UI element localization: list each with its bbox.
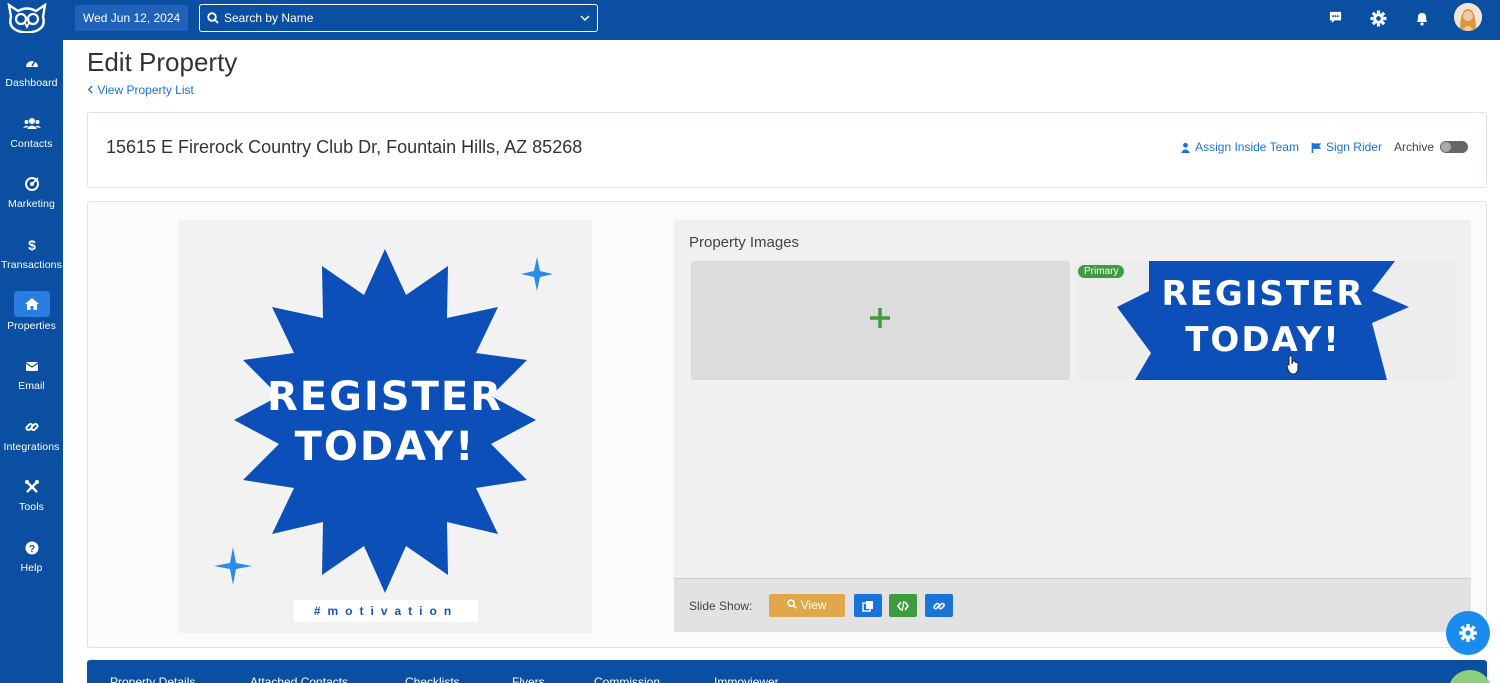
- property-images-panel: Property Images REGISTER TODAY! Primary …: [674, 220, 1471, 632]
- sidebar-item-transactions[interactable]: $ Transactions: [0, 237, 63, 291]
- dollar-icon: $: [28, 237, 36, 253]
- sidebar-item-properties[interactable]: Properties: [0, 291, 63, 345]
- hero-line-1: REGISTER: [267, 374, 503, 420]
- address-card: 15615 E Firerock Country Club Dr, Founta…: [87, 112, 1487, 188]
- embed-code-button[interactable]: [889, 594, 917, 617]
- sidebar-item-contacts[interactable]: Contacts: [0, 116, 63, 170]
- view-property-list-link[interactable]: View Property List: [87, 83, 194, 97]
- settings-fab[interactable]: [1446, 611, 1490, 655]
- chevron-down-icon[interactable]: [579, 12, 591, 24]
- help-icon: ?: [25, 541, 38, 555]
- sidebar-item-dashboard[interactable]: Dashboard: [0, 55, 63, 109]
- chevron-left-icon: [87, 85, 93, 94]
- mouse-pointer-icon: [1286, 355, 1299, 375]
- date-chip[interactable]: Wed Jun 12, 2024: [75, 5, 189, 31]
- plus-icon: [870, 308, 890, 328]
- tab-property-details[interactable]: Property Details: [110, 675, 195, 683]
- add-image-button[interactable]: [691, 261, 1070, 380]
- sidebar-item-label: Email: [18, 380, 45, 392]
- tools-icon: [24, 480, 39, 493]
- sidebar-item-help[interactable]: ? Help: [0, 540, 63, 594]
- image-thumbnail[interactable]: REGISTER TODAY! Primary: [1075, 261, 1455, 380]
- tab-commission[interactable]: Commission: [594, 675, 660, 683]
- slideshow-label: Slide Show:: [689, 599, 753, 613]
- assign-inside-team-link[interactable]: Assign Inside Team: [1180, 140, 1299, 154]
- view-button-label: View: [800, 598, 827, 612]
- back-link-label: View Property List: [97, 83, 194, 97]
- tab-attached-contacts[interactable]: Attached Contacts: [250, 675, 348, 683]
- active-indicator: [13, 291, 50, 317]
- hero-line-2: TODAY!: [295, 424, 476, 470]
- svg-text:?: ?: [28, 544, 34, 555]
- bell-icon[interactable]: [1414, 10, 1430, 26]
- home-icon: [24, 298, 39, 310]
- search-icon: [207, 12, 219, 24]
- search-input[interactable]: Search by Name: [199, 4, 598, 32]
- sidebar: Dashboard Contacts Marketing $ Transacti…: [0, 0, 63, 683]
- property-images-title: Property Images: [689, 234, 800, 251]
- code-icon: [897, 600, 909, 612]
- gear-icon: [1459, 624, 1477, 642]
- slideshow-bar: Slide Show: View: [674, 578, 1471, 632]
- tab-checklists[interactable]: Checklists: [405, 675, 460, 683]
- sidebar-item-label: Contacts: [10, 138, 53, 150]
- sign-rider-link[interactable]: Sign Rider: [1311, 140, 1382, 154]
- top-bar: Wed Jun 12, 2024 Search by Name: [63, 0, 1500, 40]
- archive-label: Archive: [1393, 140, 1434, 154]
- link-icon: [24, 422, 39, 432]
- property-actions: Assign Inside Team Sign Rider Archive: [1180, 140, 1468, 154]
- sidebar-item-integrations[interactable]: Integrations: [0, 419, 63, 473]
- search-icon: [787, 599, 798, 609]
- sidebar-item-label: Marketing: [7, 198, 55, 210]
- link-icon: [933, 602, 945, 610]
- gear-icon[interactable]: [1370, 10, 1387, 27]
- copy-icon: [862, 601, 873, 612]
- sidebar-item-label: Transactions: [1, 259, 62, 271]
- assign-inside-team-label: Assign Inside Team: [1195, 140, 1299, 154]
- user-icon: [1181, 142, 1191, 153]
- thumb-line-1: REGISTER: [1161, 274, 1364, 314]
- flag-icon: [1311, 142, 1322, 153]
- owl-logo-icon[interactable]: [6, 3, 48, 33]
- sidebar-item-email[interactable]: Email: [0, 358, 63, 412]
- avatar[interactable]: [1454, 3, 1482, 31]
- register-badge-graphic: REGISTER TODAY!: [214, 249, 553, 593]
- user-photo-icon: [1454, 3, 1482, 31]
- page-title: Edit Property: [87, 47, 238, 77]
- share-link-button[interactable]: [925, 594, 953, 617]
- svg-text:$: $: [28, 237, 36, 253]
- property-address: 15615 E Firerock Country Club Dr, Founta…: [106, 137, 583, 157]
- sidebar-item-tools[interactable]: Tools: [0, 479, 63, 533]
- thumb-line-2: TODAY!: [1185, 320, 1341, 360]
- sidebar-item-label: Tools: [18, 501, 44, 513]
- archive-control: Archive: [1394, 140, 1468, 154]
- tab-immoviewer[interactable]: Immoviewer: [714, 675, 779, 683]
- sidebar-item-label: Dashboard: [5, 77, 58, 89]
- sidebar-item-marketing[interactable]: Marketing: [0, 176, 63, 230]
- envelope-icon: [25, 362, 38, 371]
- primary-badge: Primary: [1078, 265, 1125, 278]
- archive-toggle[interactable]: [1440, 141, 1468, 153]
- sign-rider-label: Sign Rider: [1325, 140, 1382, 154]
- thumbnail-graphic: REGISTER TODAY!: [1117, 261, 1409, 380]
- sidebar-item-label: Integrations: [3, 441, 60, 453]
- property-tabs: Property Details Attached Contacts Check…: [87, 660, 1487, 683]
- slideshow-view-button[interactable]: View: [769, 594, 845, 617]
- primary-property-image[interactable]: REGISTER TODAY! #motivation: [178, 220, 592, 633]
- users-icon: [22, 118, 41, 129]
- tab-flyers[interactable]: Flyers: [512, 675, 545, 683]
- target-icon: [24, 177, 39, 191]
- sidebar-item-label: Properties: [7, 320, 56, 332]
- chat-icon[interactable]: [1328, 10, 1343, 25]
- dashboard-icon: [25, 60, 38, 67]
- motivation-tag: #motivation: [294, 600, 478, 622]
- copy-slideshow-button[interactable]: [854, 594, 882, 617]
- property-media-card: REGISTER TODAY! #motivation Property Ima…: [87, 201, 1487, 648]
- search-placeholder: Search by Name: [224, 11, 314, 25]
- sidebar-item-label: Help: [20, 562, 43, 574]
